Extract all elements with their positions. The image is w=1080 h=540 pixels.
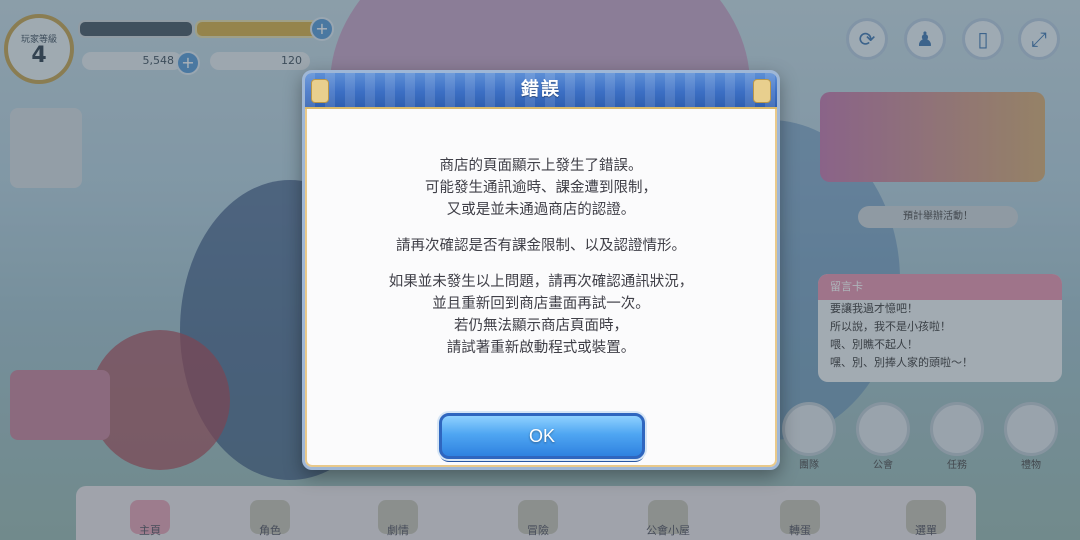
ok-button-label: OK [528, 426, 555, 446]
message-line: 請試著重新啟動程式或裝置。 [446, 340, 636, 356]
dialog-title: 錯誤 [521, 79, 561, 100]
message-line: 商店的頁面顯示上發生了錯誤。 [439, 158, 643, 174]
message-line: 又或是並未通過商店的認證。 [446, 202, 636, 218]
message-line: 若仍無法顯示商店頁面時， [454, 318, 628, 334]
message-line: 請再次確認是否有課金限制、以及認證情形。 [396, 238, 686, 254]
message-line: 並且重新回到商店畫面再試一次。 [432, 296, 650, 312]
message-line: 可能發生通訊逾時、課金遭到限制， [425, 180, 657, 196]
message-line: 如果並未發生以上問題，請再次確認通訊狀況， [388, 274, 694, 290]
message-paragraph: 如果並未發生以上問題，請再次確認通訊狀況， 並且重新回到商店畫面再試一次。 若仍… [305, 271, 777, 359]
dialog-message: 商店的頁面顯示上發生了錯誤。 可能發生通訊逾時、課金遭到限制， 又或是並未通過商… [305, 155, 777, 373]
dialog-header: 錯誤 [305, 73, 777, 109]
ok-button[interactable]: OK [439, 413, 645, 459]
message-paragraph: 請再次確認是否有課金限制、以及認證情形。 [305, 235, 777, 257]
error-dialog: 錯誤 商店的頁面顯示上發生了錯誤。 可能發生通訊逾時、課金遭到限制， 又或是並未… [302, 70, 780, 470]
message-paragraph: 商店的頁面顯示上發生了錯誤。 可能發生通訊逾時、課金遭到限制， 又或是並未通過商… [305, 155, 777, 221]
